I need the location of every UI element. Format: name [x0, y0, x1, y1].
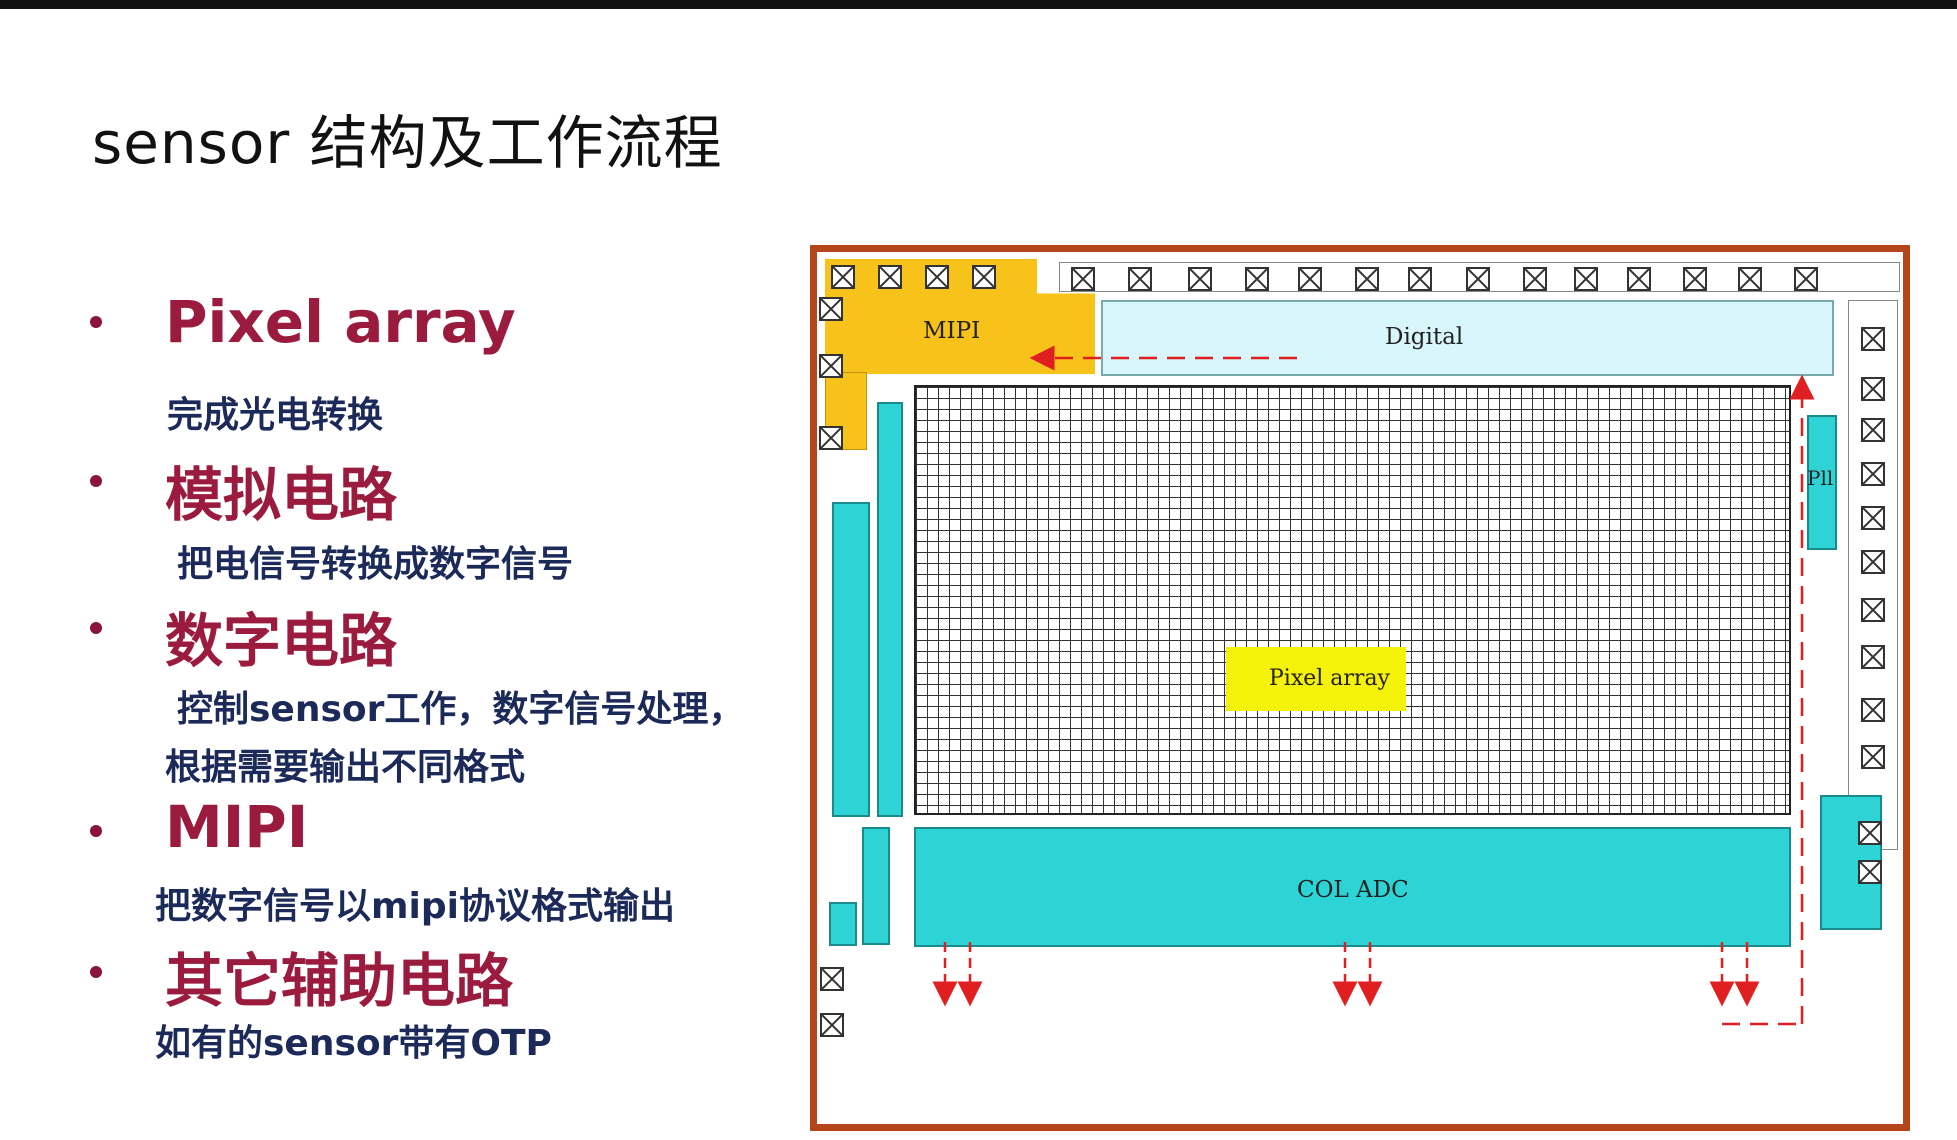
- bullet-dot: [90, 475, 102, 487]
- slide-title: sensor 结构及工作流程: [92, 109, 723, 177]
- bullet-heading: 其它辅助电路: [165, 947, 514, 1015]
- signal-flow-arrows: [932, 345, 1815, 1026]
- bullet-heading: MIPI: [165, 793, 309, 861]
- bullet-dot: [90, 316, 102, 328]
- top-bar: [0, 0, 1957, 9]
- bullet-desc: 控制sensor工作，数字信号处理，: [177, 689, 745, 730]
- bullet-desc: 完成光电转换: [167, 395, 384, 436]
- bullet-dot: [90, 622, 102, 634]
- bullet-desc: 把电信号转换成数字信号: [177, 544, 574, 585]
- bullet-heading: 模拟电路: [165, 461, 398, 529]
- bullet-dot: [90, 966, 102, 978]
- bullet-dot: [90, 825, 102, 837]
- bullet-desc: 把数字信号以mipi协议格式输出: [155, 886, 675, 927]
- sensor-chip-diagram: MIPI Digital Pixel array Pll COL ADC: [810, 245, 1910, 1131]
- bullet-desc: 如有的sensor带有OTP: [155, 1023, 552, 1064]
- bullet-desc: 根据需要输出不同格式: [165, 747, 526, 788]
- bullet-heading: Pixel array: [165, 288, 516, 356]
- bullet-heading: 数字电路: [165, 607, 398, 675]
